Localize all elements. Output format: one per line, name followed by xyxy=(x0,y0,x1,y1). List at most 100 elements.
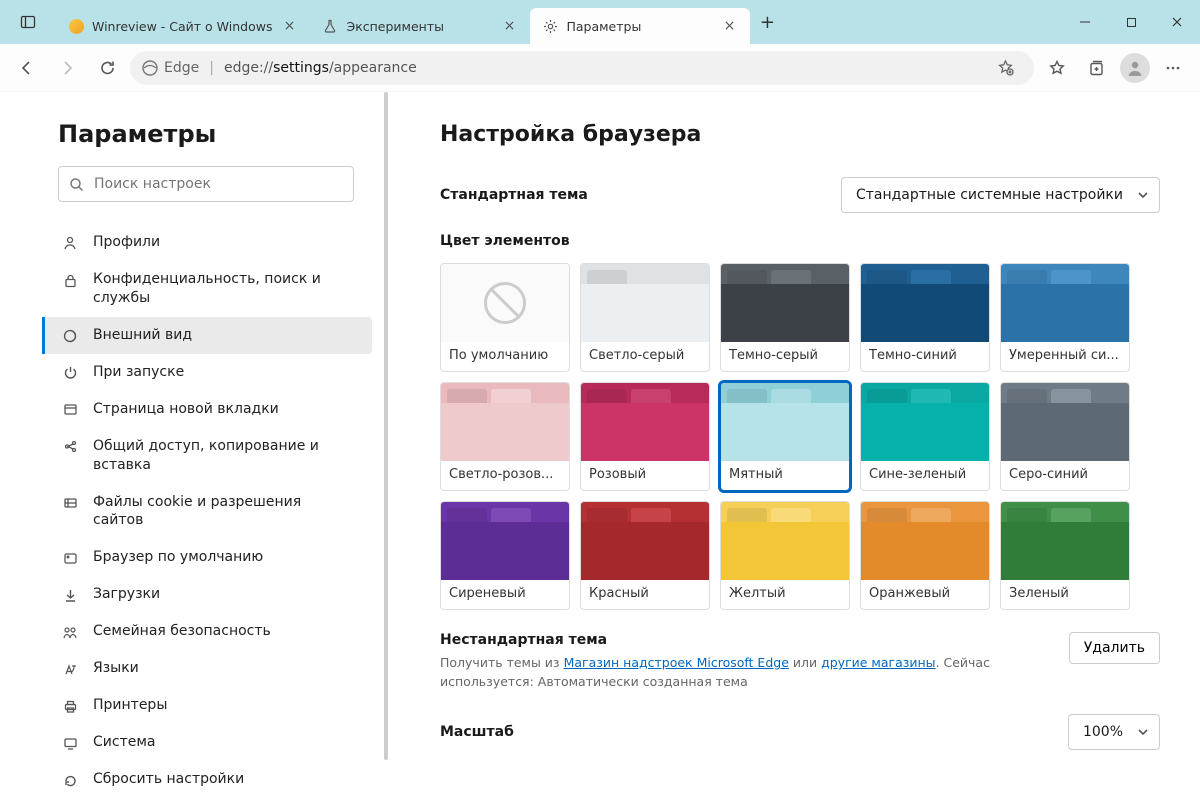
swatch-label: Темно-серый xyxy=(721,342,849,371)
sidebar-item[interactable]: Загрузки xyxy=(42,576,372,613)
color-swatch[interactable]: Мятный xyxy=(720,382,850,491)
share-icon xyxy=(61,438,79,456)
printer-icon xyxy=(61,697,79,715)
browser-tab[interactable]: Winreview - Сайт о Windows × xyxy=(56,8,310,44)
reset-icon xyxy=(61,771,79,789)
sidebar-item-label: Внешний вид xyxy=(93,326,362,345)
color-swatch[interactable]: По умолчанию xyxy=(440,263,570,372)
separator: | xyxy=(209,60,214,76)
sidebar-item[interactable]: Конфиденциальность, поиск и службы xyxy=(42,261,372,317)
search-input[interactable] xyxy=(94,176,343,192)
color-swatch[interactable]: Темно-серый xyxy=(720,263,850,372)
sidebar-item-label: Страница новой вкладки xyxy=(93,400,362,419)
tab-label: Winreview - Сайт о Windows xyxy=(92,19,272,34)
sidebar-item[interactable]: Профили xyxy=(42,224,372,261)
color-swatch[interactable]: Желтый xyxy=(720,501,850,610)
tab-actions-button[interactable] xyxy=(0,0,56,44)
default-icon xyxy=(61,549,79,567)
refresh-button[interactable] xyxy=(90,51,124,85)
sidebar-item-label: Принтеры xyxy=(93,696,362,715)
sidebar-item[interactable]: Страница новой вкладки xyxy=(42,391,372,428)
theme-hint-text: Получить темы из Магазин надстроек Micro… xyxy=(440,654,1049,692)
color-swatch[interactable]: Темно-синий xyxy=(860,263,990,372)
sidebar-item[interactable]: Принтеры xyxy=(42,687,372,724)
sidebar-item-label: Языки xyxy=(93,659,362,678)
globe-icon xyxy=(68,18,84,34)
swatch-label: Умеренный си... xyxy=(1001,342,1129,371)
sidebar-item[interactable]: Языки xyxy=(42,650,372,687)
window-controls xyxy=(1062,0,1200,44)
color-swatch[interactable]: Умеренный си... xyxy=(1000,263,1130,372)
scale-label: Масштаб xyxy=(440,724,514,740)
color-section-label: Цвет элементов xyxy=(440,233,1160,249)
more-button[interactable] xyxy=(1156,51,1190,85)
swatch-label: Серо-синий xyxy=(1001,461,1129,490)
swatch-label: Сине-зеленый xyxy=(861,461,989,490)
swatch-label: Темно-синий xyxy=(861,342,989,371)
lock-icon xyxy=(61,271,79,289)
add-favorite-icon[interactable] xyxy=(988,51,1022,85)
color-swatch[interactable]: Серо-синий xyxy=(1000,382,1130,491)
color-swatch[interactable]: Зеленый xyxy=(1000,501,1130,610)
maximize-button[interactable] xyxy=(1108,0,1154,44)
sidebar-item-label: Браузер по умолчанию xyxy=(93,548,362,567)
cookie-icon xyxy=(61,494,79,512)
sidebar-item[interactable]: Внешний вид xyxy=(42,317,372,354)
sidebar-scrollbar[interactable] xyxy=(382,92,390,800)
color-swatch[interactable]: Светло-серый xyxy=(580,263,710,372)
favorites-button[interactable] xyxy=(1040,51,1074,85)
system-icon xyxy=(61,734,79,752)
color-swatch[interactable]: Сиреневый xyxy=(440,501,570,610)
color-swatch[interactable]: Оранжевый xyxy=(860,501,990,610)
color-swatch[interactable]: Розовый xyxy=(580,382,710,491)
chevron-down-icon xyxy=(1137,189,1149,201)
default-theme-label: Стандартная тема xyxy=(440,187,588,203)
page-heading: Настройка браузера xyxy=(440,122,1160,147)
close-tab-icon[interactable]: × xyxy=(500,17,518,35)
browser-tab[interactable]: Эксперименты× xyxy=(310,8,530,44)
scale-select[interactable]: 100% xyxy=(1068,714,1160,750)
no-color-icon xyxy=(484,282,526,324)
sidebar-item[interactable]: Общий доступ, копирование и вставка xyxy=(42,428,372,484)
flask-icon xyxy=(322,18,338,34)
sidebar-item-label: Профили xyxy=(93,233,362,252)
browser-tab[interactable]: Параметры× xyxy=(530,8,750,44)
sidebar-item-label: Сбросить настройки xyxy=(93,770,362,789)
settings-search[interactable] xyxy=(58,166,354,202)
default-theme-select[interactable]: Стандартные системные настройки xyxy=(841,177,1160,213)
swatch-label: Красный xyxy=(581,580,709,609)
chevron-down-icon xyxy=(1137,726,1149,738)
sidebar-item-label: Загрузки xyxy=(93,585,362,604)
color-swatch[interactable]: Красный xyxy=(580,501,710,610)
settings-sidebar: Параметры ПрофилиКонфиденциальность, пои… xyxy=(0,92,390,800)
collections-button[interactable] xyxy=(1080,51,1114,85)
color-swatch[interactable]: Светло-розов... xyxy=(440,382,570,491)
close-tab-icon[interactable]: × xyxy=(280,17,298,35)
family-icon xyxy=(61,623,79,641)
sidebar-item[interactable]: Семейная безопасность xyxy=(42,613,372,650)
other-stores-link[interactable]: другие магазины xyxy=(821,655,935,670)
sidebar-item[interactable]: Система xyxy=(42,724,372,761)
sidebar-item[interactable]: Файлы cookie и разрешения сайтов xyxy=(42,484,372,540)
sidebar-item[interactable]: Браузер по умолчанию xyxy=(42,539,372,576)
sidebar-item[interactable]: Сбросить настройки xyxy=(42,761,372,798)
close-button[interactable] xyxy=(1154,0,1200,44)
settings-nav: ПрофилиКонфиденциальность, поиск и служб… xyxy=(58,224,372,798)
addon-store-link[interactable]: Магазин надстроек Microsoft Edge xyxy=(564,655,789,670)
new-tab-button[interactable]: + xyxy=(750,0,784,44)
forward-button[interactable] xyxy=(50,51,84,85)
back-button[interactable] xyxy=(10,51,44,85)
address-bar[interactable]: Edge | edge://settings/appearance xyxy=(130,51,1034,85)
swatch-label: Желтый xyxy=(721,580,849,609)
sidebar-item[interactable]: При запуске xyxy=(42,354,372,391)
swatch-label: Розовый xyxy=(581,461,709,490)
sidebar-item-label: Общий доступ, копирование и вставка xyxy=(93,437,362,475)
swatch-label: Светло-розов... xyxy=(441,461,569,490)
minimize-button[interactable] xyxy=(1062,0,1108,44)
color-swatch[interactable]: Сине-зеленый xyxy=(860,382,990,491)
swatch-label: По умолчанию xyxy=(441,342,569,371)
close-tab-icon[interactable]: × xyxy=(720,17,738,35)
delete-theme-button[interactable]: Удалить xyxy=(1069,632,1160,664)
profile-avatar[interactable] xyxy=(1120,53,1150,83)
url-text: edge://settings/appearance xyxy=(224,60,417,76)
